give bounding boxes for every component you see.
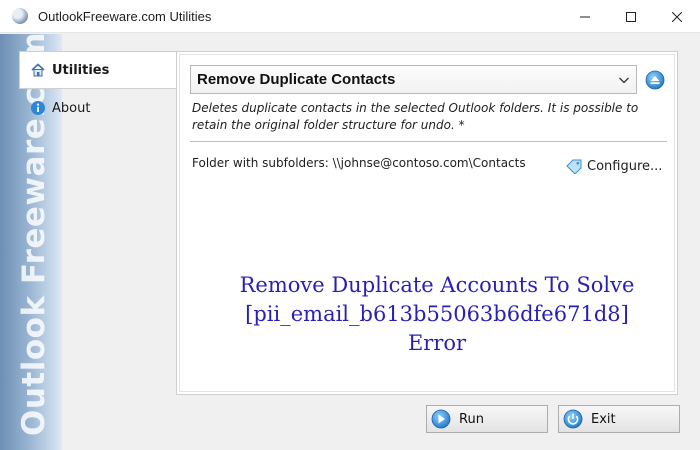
run-label: Run [459, 411, 484, 427]
close-button[interactable] [654, 0, 700, 33]
utility-select[interactable]: Remove Duplicate Contacts [190, 65, 637, 94]
window-controls [562, 0, 700, 33]
close-icon [672, 11, 682, 22]
exit-button[interactable]: Exit [558, 405, 680, 433]
tab-about[interactable]: About [19, 89, 176, 127]
separator [190, 141, 667, 142]
info-icon [30, 100, 46, 116]
eject-icon[interactable] [645, 70, 665, 90]
run-button[interactable]: Run [426, 405, 548, 433]
minimize-icon [580, 16, 590, 17]
overlay-line-2: [pii_email_b613b55063b6dfe671d8] [245, 302, 629, 326]
utility-panel: Remove Duplicate Contacts Deletes duplic… [176, 51, 678, 395]
home-icon [30, 62, 46, 78]
tab-about-label: About [52, 100, 91, 116]
utility-description: Deletes duplicate contacts in the select… [192, 101, 639, 132]
tag-icon [566, 159, 582, 174]
maximize-button[interactable] [608, 0, 654, 33]
overlay-line-1: Remove Duplicate Accounts To Solve [239, 273, 635, 297]
overlay-line-3: Error [407, 331, 467, 355]
play-icon [431, 409, 451, 429]
utility-panel-inner: Remove Duplicate Contacts Deletes duplic… [179, 54, 675, 392]
tab-utilities-label: Utilities [52, 62, 110, 78]
title-bar: OutlookFreeware.com Utilities [0, 0, 700, 33]
exit-label: Exit [591, 411, 616, 427]
configure-button[interactable]: Configure... [565, 158, 662, 174]
overlay-heading: Remove Duplicate Accounts To Solve [pii_… [180, 271, 694, 358]
power-icon [563, 409, 583, 429]
tab-list: Utilities About [19, 51, 176, 127]
chevron-down-icon [619, 77, 629, 84]
folder-path-text: Folder with subfolders: \\johnse@contoso… [192, 156, 526, 170]
maximize-icon [626, 11, 636, 22]
minimize-button[interactable] [562, 0, 608, 33]
configure-label: Configure... [587, 158, 663, 174]
app-icon [12, 8, 28, 24]
window-title: OutlookFreeware.com Utilities [38, 8, 212, 24]
tab-utilities[interactable]: Utilities [19, 51, 176, 89]
utility-select-value: Remove Duplicate Contacts [197, 71, 396, 88]
